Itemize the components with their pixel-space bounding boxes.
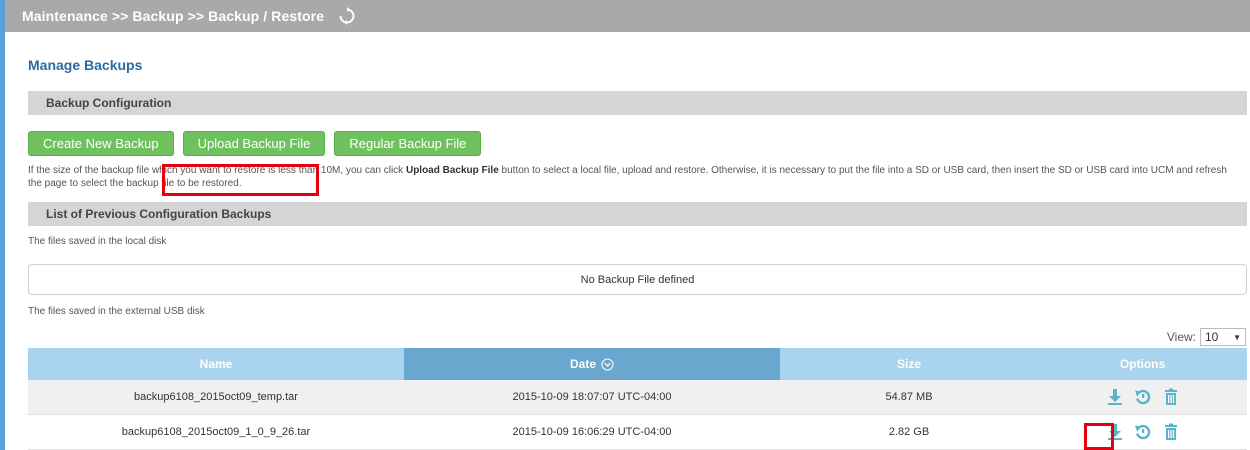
backup-size: 54.87 MB <box>885 391 933 403</box>
annotation-highlight-box <box>1084 423 1114 450</box>
chevron-down-icon: ▼ <box>1233 332 1241 342</box>
column-name[interactable]: Name <box>28 348 404 380</box>
row-options <box>1038 380 1247 414</box>
download-icon[interactable] <box>1106 388 1124 406</box>
annotation-highlight-box <box>162 164 319 196</box>
backup-button-row: Create New Backup Upload Backup File Reg… <box>28 131 482 156</box>
upload-backup-file-emphasis: Upload Backup File <box>405 165 499 176</box>
row-options <box>1038 415 1247 449</box>
view-count-value: 10 <box>1205 330 1219 344</box>
page-title: Manage Backups <box>28 57 143 73</box>
column-date[interactable]: Date <box>404 348 780 380</box>
create-new-backup-button[interactable]: Create New Backup <box>28 131 174 156</box>
refresh-icon[interactable] <box>338 7 356 25</box>
left-border <box>0 0 5 450</box>
breadcrumb-bar: Maintenance >> Backup >> Backup / Restor… <box>5 0 1250 32</box>
backup-size: 2.82 GB <box>888 426 930 438</box>
breadcrumb: Maintenance >> Backup >> Backup / Restor… <box>22 8 325 24</box>
view-label: View: <box>1166 330 1196 344</box>
delete-icon[interactable] <box>1162 388 1180 406</box>
table-header: Name Date Size Options <box>28 348 1247 380</box>
backup-configuration-header: Backup Configuration <box>28 91 1247 115</box>
table-row: backup6108_2015oct09_temp.tar 2015-10-09… <box>28 380 1247 415</box>
regular-backup-file-button[interactable]: Regular Backup File <box>334 131 482 156</box>
local-disk-label: The files saved in the local disk <box>28 236 167 247</box>
backup-name: backup6108_2015oct09_1_0_9_26.tar <box>121 426 311 438</box>
sort-icon <box>601 358 614 371</box>
restore-icon[interactable] <box>1134 388 1152 406</box>
table-row: backup6108_2015oct09_1_0_9_26.tar 2015-1… <box>28 415 1247 450</box>
restore-icon[interactable] <box>1134 423 1152 441</box>
previous-backups-header: List of Previous Configuration Backups <box>28 202 1247 226</box>
column-options: Options <box>1119 357 1166 371</box>
usb-backup-table: Name Date Size Options backup6108_2015oc… <box>28 348 1247 450</box>
column-size[interactable]: Size <box>780 348 1038 380</box>
usb-disk-label: The files saved in the external USB disk <box>28 306 205 317</box>
local-empty-message: No Backup File defined <box>28 264 1247 295</box>
delete-icon[interactable] <box>1162 423 1180 441</box>
backup-date: 2015-10-09 18:07:07 UTC-04:00 <box>512 391 672 403</box>
backup-date: 2015-10-09 16:06:29 UTC-04:00 <box>512 426 672 438</box>
backup-name: backup6108_2015oct09_temp.tar <box>134 391 298 403</box>
view-selector: View: 10 ▼ <box>1167 328 1246 346</box>
upload-backup-file-button[interactable]: Upload Backup File <box>182 131 326 156</box>
view-count-select[interactable]: 10 ▼ <box>1200 328 1246 346</box>
